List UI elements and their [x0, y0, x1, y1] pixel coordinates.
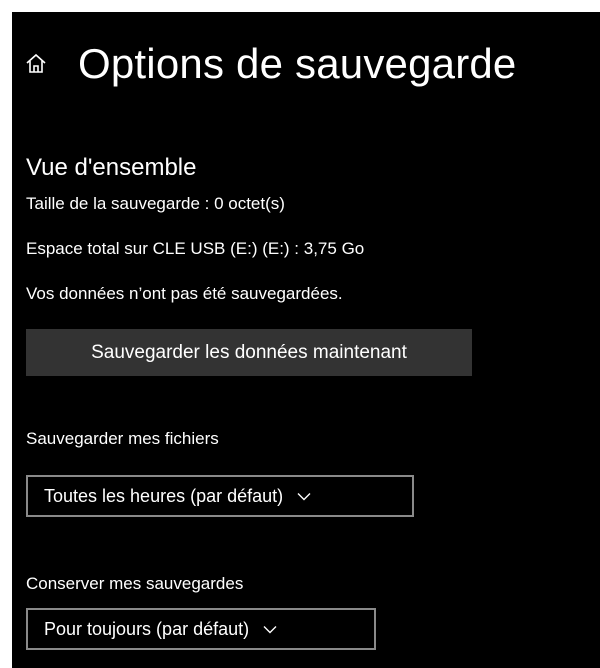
settings-panel: Options de sauvegarde Vue d'ensemble Tai… — [12, 12, 600, 668]
keep-backups-value: Pour toujours (par défaut) — [44, 618, 250, 639]
keep-backups-select[interactable]: Pour toujours (par défaut) — [26, 608, 376, 650]
backup-frequency-label: Sauvegarder mes fichiers — [26, 429, 219, 448]
backup-status-text: Vos données n’ont pas été sauvegardées. — [26, 284, 343, 303]
home-icon[interactable] — [22, 50, 50, 78]
total-space-text: Espace total sur CLE USB (E:) (E:) : 3,7… — [26, 239, 365, 258]
page-header: Options de sauvegarde — [22, 34, 517, 94]
backup-frequency-value: Toutes les heures (par défaut) — [44, 485, 284, 506]
chevron-down-icon — [297, 492, 311, 501]
backup-frequency-select[interactable]: Toutes les heures (par défaut) — [26, 475, 414, 517]
overview-heading: Vue d'ensemble — [26, 154, 197, 181]
page-title: Options de sauvegarde — [78, 40, 517, 87]
backup-now-button[interactable]: Sauvegarder les données maintenant — [26, 329, 472, 376]
keep-backups-label: Conserver mes sauvegardes — [26, 574, 244, 593]
chevron-down-icon — [263, 625, 277, 634]
backup-size-text: Taille de la sauvegarde : 0 octet(s) — [26, 194, 285, 213]
